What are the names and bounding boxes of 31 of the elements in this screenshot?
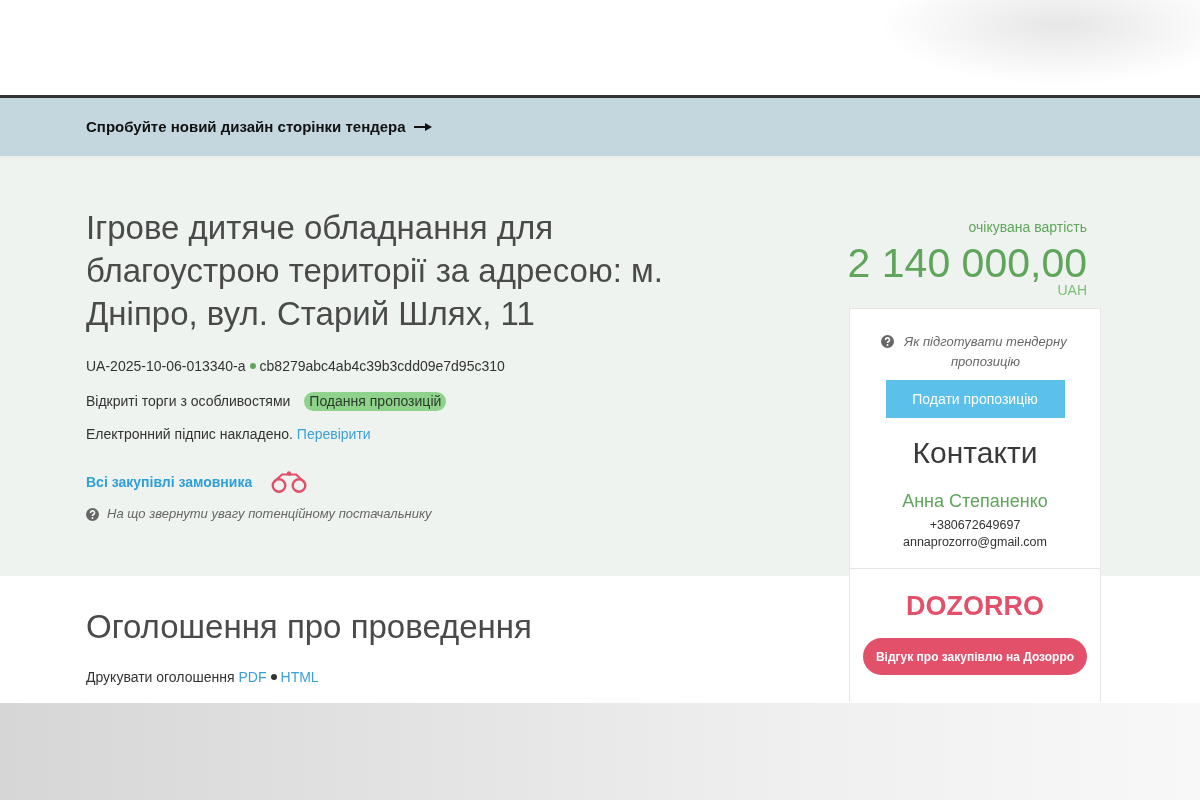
print-label: Друкувати оголошення (86, 668, 235, 687)
contact-email: annaprozorro@gmail.com (902, 534, 1048, 550)
format-link[interactable]: PDF (238, 667, 267, 687)
supplier-tips-link[interactable]: На що звернути увагу потенційному постачальнику (107, 504, 432, 524)
help-icon (880, 335, 894, 348)
feedback-button[interactable]: Відгук про закупівлю на Дозорро (863, 638, 1087, 675)
tender-id: UA-2025-10-06-013340-a (86, 357, 246, 376)
contact-name: Анна Степаненко (901, 490, 1049, 512)
binoculars-icon (270, 471, 309, 493)
format-link[interactable]: HTML (280, 667, 319, 687)
procedure-type-text: Відкриті торги з особливостями (86, 392, 291, 411)
contacts-heading: Контакти (911, 435, 1039, 471)
new-design-link[interactable]: Спробуйте новий дизайн сторінки тендера (86, 116, 432, 139)
bid-guide-link[interactable]: Як підготувати тендерну пропозицію (901, 332, 1070, 372)
submit-bid-button[interactable]: Подати пропозицію (885, 380, 1065, 418)
signature-text: Електронний підпис накладено. (86, 425, 293, 444)
separator-dot-icon (249, 363, 256, 369)
separator-dot-icon (270, 674, 277, 680)
verify-link[interactable]: Перевірити (296, 424, 371, 444)
help-icon (86, 507, 99, 521)
announcement-heading: Оголошення про проведення (86, 607, 533, 647)
expected-value-label: очікувана вартість (968, 218, 1087, 237)
contact-phone: +380672649697 (928, 517, 1022, 534)
amount-text: 2 140 000,00 (847, 242, 1087, 284)
currency-text: UAH (1057, 282, 1087, 298)
buyer-tenders-link[interactable]: Всі закупівлі замовника (86, 472, 253, 492)
tender-title: Ігрове дитяче обладнання для благоустрою території за адресою: м. Дніпро, вул. Старий Шлях, 11 (86, 208, 664, 334)
logo: DOZORRO (906, 591, 1044, 621)
status-tag: Подання пропозицій (304, 391, 447, 411)
hash-text: cb8279abc4ab4c39b3cdd09e7d95c310 (259, 357, 505, 376)
arrow-right-icon (413, 122, 432, 133)
